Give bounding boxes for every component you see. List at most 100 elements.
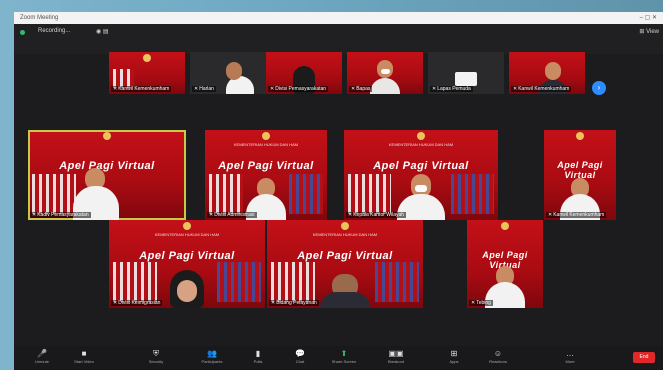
banner-figures: [348, 173, 392, 214]
mic-muted-icon: ✕: [113, 300, 118, 306]
participant-name: ✕Divisi Keimigrasian: [111, 300, 163, 306]
zoom-window: Zoom Meeting – ▢ ✕ Recording... ◉ ▤ ⊞ Vi…: [14, 12, 663, 370]
banner-figures: [209, 173, 244, 214]
participant-name: ✕Kanwil Kemenkumham: [511, 86, 572, 92]
participant-name: ✕Bapas: [349, 86, 373, 92]
unmute-button[interactable]: 🎤 Unmute: [22, 349, 62, 369]
video-camera-icon: ■: [81, 349, 87, 358]
banner-figures: [217, 262, 261, 302]
mic-muted-icon: ✕: [209, 212, 214, 218]
recording-label: Recording...: [38, 28, 71, 34]
banner-headline: Apel Pagi Virtual: [297, 250, 393, 262]
banner-headline: Apel Pagi Virtual: [218, 160, 314, 172]
button-label: More: [565, 359, 575, 364]
polls-icon: ▮: [255, 349, 261, 358]
button-label: Breakout: [387, 359, 404, 364]
window-title: Zoom Meeting: [20, 15, 59, 21]
banner-headline: Apel Pagi Virtual: [59, 160, 155, 172]
participant-tile[interactable]: ✕Harlan: [190, 52, 266, 94]
participants-button[interactable]: 👥 Participants: [192, 349, 232, 369]
microphone-icon: 🎤: [37, 349, 47, 358]
participant-name: ✕Bidang Pelayanan: [269, 300, 319, 306]
participant-tile[interactable]: KEMENTERIAN HUKUM DAN HAM Apel Pagi Virt…: [205, 130, 327, 220]
participant-name: ✕Divisi Administrasi: [207, 212, 257, 218]
polls-button[interactable]: ▮ Polls: [238, 349, 278, 369]
participant-tile[interactable]: Apel Pagi Virtual ✕Tebing: [467, 220, 543, 308]
participant-tile[interactable]: ✕Divisi Pemasyarakatan: [266, 52, 342, 94]
more-icon: …: [566, 349, 574, 358]
participant-name: ✕Kanwil Kemenkumham: [111, 86, 172, 92]
apps-button[interactable]: ⊞ Apps: [434, 349, 474, 369]
banner-headline: Apel Pagi Virtual: [557, 160, 603, 180]
button-label: Polls: [253, 359, 263, 364]
button-label: Reactions: [489, 359, 507, 364]
banner-figures: [271, 262, 315, 302]
face-mask: [415, 185, 427, 192]
institution-logo: [103, 132, 111, 140]
banner-subheading: KEMENTERIAN HUKUM DAN HAM: [233, 142, 299, 147]
participant-tile[interactable]: ✕Kanwil Kemenkumham: [109, 52, 185, 94]
breakout-rooms-icon: ▣▣: [388, 349, 404, 358]
participant-name: ✕Kanwil Kemenkumham: [546, 212, 607, 218]
banner-subheading: KEMENTERIAN HUKUM DAN HAM: [154, 232, 220, 237]
mic-muted-icon: ✕: [471, 300, 476, 306]
chat-button[interactable]: 💬 Chat: [280, 349, 320, 369]
participant-tile[interactable]: KEMENTERIAN HUKUM DAN HAM Apel Pagi Virt…: [109, 220, 265, 308]
button-label: Apps: [449, 359, 459, 364]
end-meeting-button[interactable]: End: [633, 352, 655, 363]
mic-muted-icon: ✕: [113, 86, 118, 92]
view-button[interactable]: ⊞ View: [639, 28, 659, 35]
meeting-top-bar: Recording... ◉ ▤ ⊞ View: [14, 24, 663, 54]
button-label: Security: [148, 359, 164, 364]
participant-face: [177, 280, 197, 302]
mic-muted-icon: ✕: [348, 212, 353, 218]
apps-icon: ⊞: [450, 349, 458, 358]
institution-logo: [341, 222, 349, 230]
participant-tile[interactable]: KEMENTERIAN HUKUM DAN HAM Apel Pagi Virt…: [267, 220, 423, 308]
mic-muted-icon: ✕: [513, 86, 518, 92]
banner-figures: [375, 262, 419, 302]
participant-video: [455, 72, 477, 86]
security-shield-icon[interactable]: [20, 30, 25, 35]
more-button[interactable]: … More: [550, 349, 590, 369]
reactions-button[interactable]: ☺ Reactions: [478, 349, 518, 369]
share-screen-button[interactable]: ⬆ Share Screen: [324, 349, 364, 369]
mic-muted-icon: ✕: [271, 300, 276, 306]
participant-video: [370, 78, 400, 94]
participant-tile[interactable]: KEMENTERIAN HUKUM DAN HAM Apel Pagi Virt…: [344, 130, 498, 220]
participant-face: [545, 62, 561, 80]
participant-name: ✕Divisi Pemasyarakatan: [268, 86, 329, 92]
participants-icon: 👥: [207, 349, 217, 358]
mic-muted-icon: ✕: [32, 212, 37, 218]
institution-logo: [143, 54, 151, 62]
window-controls[interactable]: – ▢ ✕: [640, 12, 657, 24]
button-label: Chat: [295, 359, 305, 364]
button-label: Share Screen: [331, 359, 357, 364]
start-video-button[interactable]: ■ Start Video: [64, 349, 104, 369]
participant-tile[interactable]: ✕Lapas Pemuda: [428, 52, 504, 94]
participant-name: ✕Kadiv Pemasyarakatan: [30, 212, 91, 218]
institution-logo: [417, 132, 425, 140]
security-button[interactable]: ⛨ Security: [136, 349, 176, 369]
participant-tile[interactable]: ✕Bapas: [347, 52, 423, 94]
banner-headline: Apel Pagi Virtual: [373, 160, 469, 172]
shield-icon: ⛨: [153, 349, 159, 358]
institution-logo: [183, 222, 191, 230]
participant-name: ✕Lapas Pemuda: [430, 86, 473, 92]
face-mask: [381, 69, 390, 74]
meeting-toolbar: 🎤 Unmute ■ Start Video ⛨ Security 👥 Particip…: [14, 346, 663, 370]
participant-tile-active-speaker[interactable]: Apel Pagi Virtual ✕Kadiv Pemasyarakatan: [28, 130, 186, 220]
meeting-info-icons[interactable]: ◉ ▤: [96, 28, 109, 35]
participant-tile[interactable]: Apel Pagi Virtual ✕Kanwil Kemenkumham: [544, 130, 616, 220]
participant-name: ✕Kepala Kantor Wilayah: [346, 212, 407, 218]
banner-figures: [32, 173, 77, 214]
participant-tile[interactable]: ✕Kanwil Kemenkumham: [509, 52, 585, 94]
next-page-icon[interactable]: ›: [592, 81, 606, 95]
button-label: Participants: [201, 359, 223, 364]
breakout-rooms-button[interactable]: ▣▣ Breakout: [376, 349, 416, 369]
institution-logo: [262, 132, 270, 140]
banner-headline: Apel Pagi Virtual: [139, 250, 235, 262]
institution-logo: [501, 222, 509, 230]
banner-figures: [113, 262, 157, 302]
mic-muted-icon: ✕: [351, 86, 356, 92]
